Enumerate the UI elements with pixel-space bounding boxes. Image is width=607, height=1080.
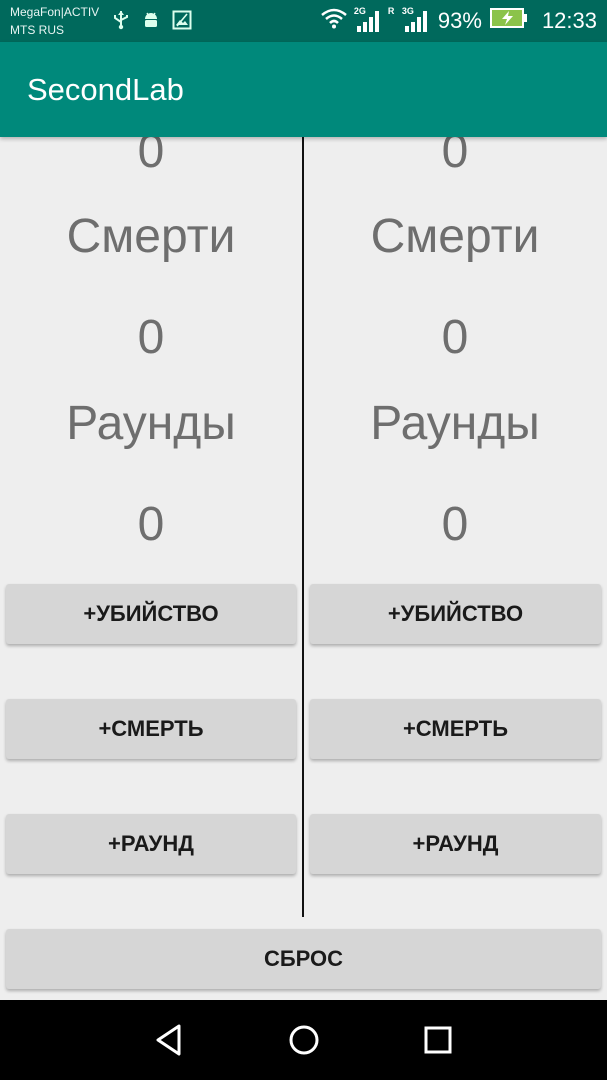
deaths-counter: 0 [441, 311, 469, 364]
signal-2g: 2G [354, 6, 382, 32]
kills-counter: 0 [137, 137, 165, 178]
add-kill-button[interactable]: +УБИЙСТВО [310, 584, 601, 644]
kills-counter: 0 [441, 137, 469, 178]
add-round-button[interactable]: +РАУНД [310, 814, 601, 874]
back-icon[interactable] [149, 1020, 189, 1060]
rounds-counter: 0 [137, 498, 165, 551]
recents-icon[interactable] [418, 1020, 458, 1060]
battery-charging-icon [489, 8, 528, 34]
app-bar: SecondLab [0, 42, 607, 137]
net-2g-label: 2G [353, 6, 366, 16]
add-death-button[interactable]: +СМЕРТЬ [310, 699, 601, 759]
image-icon [172, 10, 192, 30]
app-title: SecondLab [27, 72, 184, 107]
usb-icon [112, 10, 130, 30]
right-player-panel: 0 Смерти 0 Раунды 0 +УБИЙСТВО +СМЕРТЬ +Р… [304, 137, 606, 917]
left-player-panel: 0 Смерти 0 Раунды 0 +УБИЙСТВО +СМЕРТЬ +Р… [0, 137, 302, 917]
carrier-line-2: MTS RUS [10, 23, 64, 37]
deaths-counter: 0 [137, 311, 165, 364]
signal-3g: 3G [402, 6, 430, 32]
rounds-counter: 0 [441, 498, 469, 551]
signal-roaming: R [388, 6, 396, 32]
net-3g-label: 3G [401, 6, 414, 16]
deaths-label: Смерти [370, 210, 540, 263]
rounds-label: Раунды [66, 397, 236, 450]
android-icon [142, 10, 160, 30]
navigation-bar [0, 1000, 607, 1080]
deaths-label: Смерти [66, 210, 236, 263]
clock: 12:33 [541, 8, 597, 33]
add-death-button[interactable]: +СМЕРТЬ [6, 699, 296, 759]
notification-icons [112, 10, 192, 30]
rounds-label: Раунды [370, 397, 540, 450]
main-content: 0 Смерти 0 Раунды 0 +УБИЙСТВО +СМЕРТЬ +Р… [0, 137, 607, 1000]
carrier-info: MegaFon|ACTIV MTS RUS [10, 3, 99, 39]
net-r-label: R [387, 6, 395, 16]
wifi-icon [320, 7, 348, 35]
battery-percent: 93% [437, 8, 482, 33]
add-kill-button[interactable]: +УБИЙСТВО [6, 584, 296, 644]
reset-button[interactable]: СБРОС [6, 929, 601, 989]
status-indicators: 2G R 3G 93% 12:33 [320, 6, 597, 36]
home-icon[interactable] [284, 1020, 324, 1060]
add-round-button[interactable]: +РАУНД [6, 814, 296, 874]
status-bar: MegaFon|ACTIV MTS RUS 2G R 3G 93% 12:33 [0, 0, 607, 42]
carrier-line-1: MegaFon|ACTIV [10, 5, 100, 19]
